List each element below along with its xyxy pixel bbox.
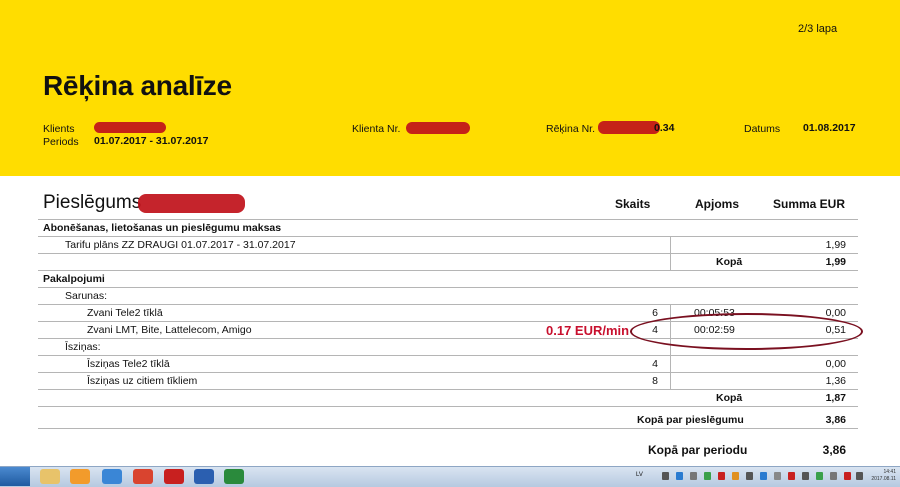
sms-other-count: 8 <box>652 375 658 387</box>
tray-icon[interactable] <box>774 472 781 480</box>
divider <box>38 253 858 254</box>
divider <box>38 270 858 271</box>
tray-icon[interactable] <box>802 472 809 480</box>
system-clock[interactable]: 14:41 2017.08.11 <box>868 469 896 483</box>
volume-icon[interactable] <box>856 472 863 480</box>
tariff-plan-sum: 1,99 <box>825 239 846 251</box>
calls-other-label: Zvani LMT, Bite, Lattelecom, Amigo <box>87 324 252 336</box>
section-title-subscription: Abonēšanas, lietošanas un pieslēgumu mak… <box>43 222 282 234</box>
tray-icon[interactable] <box>732 472 739 480</box>
redaction-client <box>94 122 166 133</box>
tray-icon[interactable] <box>830 472 837 480</box>
client-label: Klients <box>43 123 75 135</box>
date-value: 01.08.2017 <box>803 122 856 134</box>
tray-icon[interactable] <box>788 472 795 480</box>
connection-title: Pieslēgums <box>43 192 142 213</box>
period-total-sum: 3,86 <box>822 443 846 457</box>
period-label: Periods <box>43 136 79 148</box>
divider <box>38 389 858 390</box>
divider <box>38 304 858 305</box>
divider <box>38 236 858 237</box>
sms-group-label: Īsziņas: <box>65 341 101 353</box>
services-total-sum: 1,87 <box>825 392 846 404</box>
divider <box>38 406 858 407</box>
media-icon[interactable] <box>70 469 90 484</box>
invoice-number-label: Rēķina Nr. <box>546 123 596 135</box>
page-title: Rēķina analīze <box>43 70 232 101</box>
tray-icon[interactable] <box>662 472 669 480</box>
tray-icon[interactable] <box>704 472 711 480</box>
tray-icon[interactable] <box>676 472 683 480</box>
tariff-plan-label: Tarifu plāns ZZ DRAUGI 01.07.2017 - 31.0… <box>65 239 296 251</box>
subscription-total-label: Kopā <box>716 256 743 268</box>
client-number-label: Klienta Nr. <box>352 123 401 135</box>
sms-tele2-count: 4 <box>652 358 658 370</box>
column-divider <box>670 236 671 270</box>
redaction-phone-number <box>138 194 245 213</box>
calls-tele2-label: Zvani Tele2 tīklā <box>87 307 163 319</box>
period-value: 01.07.2017 - 31.07.2017 <box>94 135 209 147</box>
word-icon[interactable] <box>194 469 214 484</box>
language-indicator[interactable]: LV <box>636 472 643 478</box>
sms-tele2-sum: 0,00 <box>825 358 846 370</box>
section-title-services: Pakalpojumi <box>43 273 105 285</box>
sms-other-sum: 1,36 <box>825 375 846 387</box>
start-button[interactable] <box>0 467 30 486</box>
invoice-number-visible: 0.34 <box>654 122 675 134</box>
connection-total-label: Kopā par pieslēgumu <box>637 414 744 426</box>
column-header-count: Skaits <box>615 197 651 211</box>
chrome-icon[interactable] <box>133 469 153 484</box>
column-header-sum: Summa EUR <box>773 197 846 211</box>
pdf-icon[interactable] <box>164 469 184 484</box>
tray-icon[interactable] <box>746 472 753 480</box>
clock-date: 2017.08.11 <box>871 476 896 482</box>
highlight-ellipse <box>630 313 863 350</box>
tray-icon[interactable] <box>844 472 851 480</box>
ie-icon[interactable] <box>102 469 122 484</box>
sms-other-label: Īsziņas uz citiem tīkliem <box>87 375 198 387</box>
divider <box>38 428 858 429</box>
explorer-icon[interactable] <box>40 469 60 484</box>
page-number: 2/3 lapa <box>798 23 838 35</box>
excel-icon[interactable] <box>224 469 244 484</box>
calls-tele2-count: 6 <box>652 307 658 319</box>
services-total-label: Kopā <box>716 392 743 404</box>
connection-total-sum: 3,86 <box>825 414 846 426</box>
period-total-label: Kopā par periodu <box>648 443 748 457</box>
tray-icon[interactable] <box>760 472 767 480</box>
redaction-invoice-number <box>598 121 660 134</box>
divider <box>38 287 858 288</box>
calls-group-label: Sarunas: <box>65 290 108 302</box>
redaction-client-number <box>406 122 470 134</box>
divider <box>38 372 858 373</box>
divider <box>38 355 858 356</box>
tray-icon[interactable] <box>690 472 697 480</box>
price-per-minute-annotation: 0.17 EUR/min <box>546 323 630 338</box>
tray-icon[interactable] <box>718 472 725 480</box>
divider <box>38 219 858 220</box>
tray-icon[interactable] <box>816 472 823 480</box>
clock-time: 14:41 <box>883 469 896 475</box>
column-header-volume: Apjoms <box>695 197 740 211</box>
subscription-total-sum: 1,99 <box>825 256 846 268</box>
date-label: Datums <box>744 123 781 135</box>
sms-tele2-label: Īsziņas Tele2 tīklā <box>87 358 170 370</box>
